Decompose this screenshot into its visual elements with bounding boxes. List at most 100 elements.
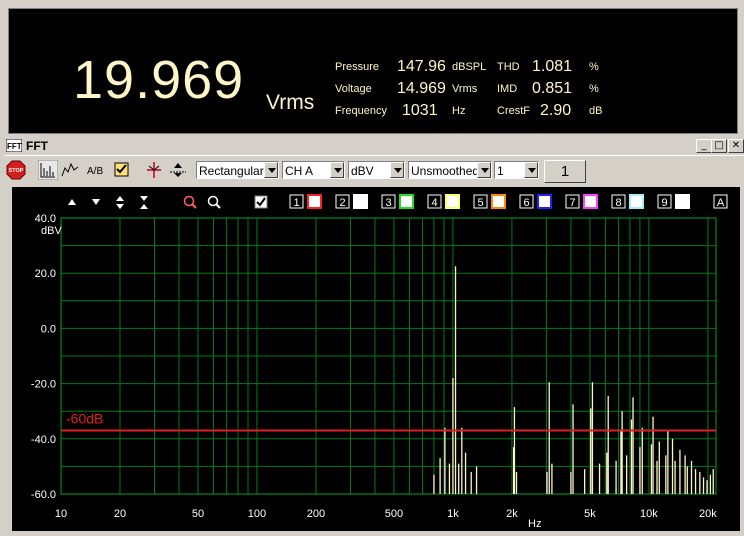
x-axis-label: Hz (528, 518, 541, 530)
channel-color-swatch[interactable] (675, 194, 690, 209)
voltage-label: Voltage (335, 83, 372, 95)
stop-icon-label: STOP (9, 168, 24, 174)
channel-color-swatch[interactable] (353, 194, 368, 209)
checklist-icon[interactable] (112, 160, 132, 180)
threshold-line-group: -60dB (61, 411, 716, 432)
channel-number: 3 (385, 197, 391, 209)
channel-color-swatch[interactable] (445, 194, 460, 209)
channel-toggle-9[interactable]: 9 (657, 194, 690, 209)
pressure-label: Pressure (335, 61, 380, 73)
imd-unit: % (589, 83, 599, 95)
compress-vertical-icon[interactable] (140, 196, 148, 209)
x-tick-label: 200 (307, 508, 325, 520)
plot-controls-row (68, 195, 268, 209)
y-axis-label: dBV (41, 225, 62, 237)
channel-select[interactable]: CH A (282, 161, 345, 179)
channel-toggle-3[interactable]: 3 (381, 194, 414, 209)
crest-factor-value: 2.90 (540, 102, 572, 119)
show-trace-checkbox[interactable] (254, 195, 268, 209)
x-tick-label: 20 (114, 508, 126, 520)
average-count-display: 1 (544, 160, 586, 183)
frequency-unit: Hz (452, 105, 466, 117)
channel-value: CH A (285, 164, 314, 178)
fft-title-bar[interactable]: FFT FFT _ □ ✕ (4, 137, 744, 156)
zoom-out-icon[interactable] (207, 195, 221, 209)
chevron-down-icon[interactable] (477, 162, 491, 178)
stop-icon[interactable]: STOP (6, 160, 26, 180)
channel-toggle-7[interactable]: 7 (565, 194, 598, 209)
ab-compare-icon[interactable]: A/B (86, 160, 106, 180)
bar-graph-icon[interactable] (38, 160, 58, 180)
maximize-button[interactable]: □ (711, 139, 727, 153)
channel-toggle-2[interactable]: 2 (335, 194, 368, 209)
channel-number: 2 (339, 197, 345, 209)
y-tick-label: -20.0 (31, 379, 56, 391)
channel-toggle-all[interactable]: A (713, 194, 728, 209)
chevron-down-icon[interactable] (524, 162, 538, 178)
window-function-select[interactable]: Rectangular (196, 161, 279, 179)
thd-unit: % (589, 61, 599, 73)
channel-toggle-1[interactable]: 1 (289, 194, 322, 209)
channel-number: 6 (523, 197, 529, 209)
channel-toggle-6[interactable]: 6 (519, 194, 552, 209)
expand-vertical-icon[interactable] (116, 196, 124, 209)
channel-color-swatch[interactable] (491, 194, 506, 209)
x-tick-label: 500 (385, 508, 403, 520)
x-tick-label: 10k (640, 508, 658, 520)
fft-window: FFT FFT _ □ ✕ STOP A/B Rectangular CH A … (4, 137, 744, 531)
channel-color-swatch[interactable] (307, 194, 322, 209)
plot-grid (60, 217, 717, 495)
peak-marker-icon[interactable] (168, 160, 188, 180)
fft-toolbar: STOP A/B Rectangular CH A dBV Unsmoothed… (4, 157, 744, 183)
voltage-value: 14.969 (397, 80, 446, 97)
voltage-unit: Vrms (452, 83, 478, 95)
channel-toggle-8[interactable]: 8 (611, 194, 644, 209)
channel-toggle-5[interactable]: 5 (473, 194, 506, 209)
unit-select[interactable]: dBV (348, 161, 405, 179)
frequency-value: 1031 (402, 102, 438, 119)
scroll-down-icon[interactable] (92, 199, 100, 205)
channel-color-swatch[interactable] (399, 194, 414, 209)
average-select[interactable]: 1 (494, 161, 539, 179)
imd-label: IMD (497, 83, 518, 95)
fft-plot-area[interactable]: 1 2 3 4 5 6 7 8 9 A 40.0 20.0 0.0 -20.0 -40.0 -60.0 10 2… (12, 187, 740, 531)
smoothing-select[interactable]: Unsmoothed (408, 161, 492, 179)
threshold-label: -60dB (66, 411, 103, 427)
level-meter-panel: 19.969 Vrms Pressure 147.96 dBSPL Voltag… (0, 0, 744, 137)
x-tick-label: 10 (55, 508, 67, 520)
fft-app-icon-label: FFT (7, 142, 22, 151)
channel-all-label: A (717, 197, 725, 209)
channel-color-swatch[interactable] (583, 194, 598, 209)
channel-color-swatch[interactable] (629, 194, 644, 209)
main-reading-value: 19.969 (73, 50, 245, 110)
chevron-down-icon[interactable] (330, 162, 344, 178)
y-tick-label: -60.0 (31, 489, 56, 501)
x-tick-label: 1k (447, 508, 459, 520)
close-button[interactable]: ✕ (728, 139, 744, 153)
ab-compare-icon-label: A/B (87, 166, 103, 177)
y-tick-label: 0.0 (41, 323, 56, 335)
chevron-down-icon[interactable] (390, 162, 404, 178)
thd-label: THD (497, 61, 520, 73)
pressure-value: 147.96 (397, 58, 446, 75)
meter-display: 19.969 Vrms Pressure 147.96 dBSPL Voltag… (8, 8, 738, 134)
fft-chart[interactable]: 1 2 3 4 5 6 7 8 9 A 40.0 20.0 0.0 -20.0 -40.0 -60.0 10 2… (12, 187, 740, 531)
cursor-marker-icon[interactable] (144, 160, 164, 180)
chevron-down-icon[interactable] (264, 162, 278, 178)
axis-ticks: 40.0 20.0 0.0 -20.0 -40.0 -60.0 10 20 50 100 200 50… (31, 213, 717, 520)
channel-number: 1 (293, 197, 299, 209)
zoom-in-icon[interactable] (183, 195, 197, 209)
smoothing-value: Unsmoothed (411, 164, 480, 178)
scroll-up-icon[interactable] (68, 199, 76, 205)
channel-toggle-4[interactable]: 4 (427, 194, 460, 209)
channel-color-swatch[interactable] (537, 194, 552, 209)
unit-value: dBV (351, 164, 374, 178)
x-tick-label: 50 (192, 508, 204, 520)
frequency-label: Frequency (335, 105, 387, 117)
minimize-button[interactable]: _ (696, 139, 712, 153)
channel-toggles: 1 2 3 4 5 6 7 8 9 A (289, 194, 728, 209)
line-graph-icon[interactable] (60, 160, 80, 180)
average-value: 1 (497, 164, 504, 178)
channel-number: 7 (569, 197, 575, 209)
fft-app-icon: FFT (6, 139, 22, 152)
